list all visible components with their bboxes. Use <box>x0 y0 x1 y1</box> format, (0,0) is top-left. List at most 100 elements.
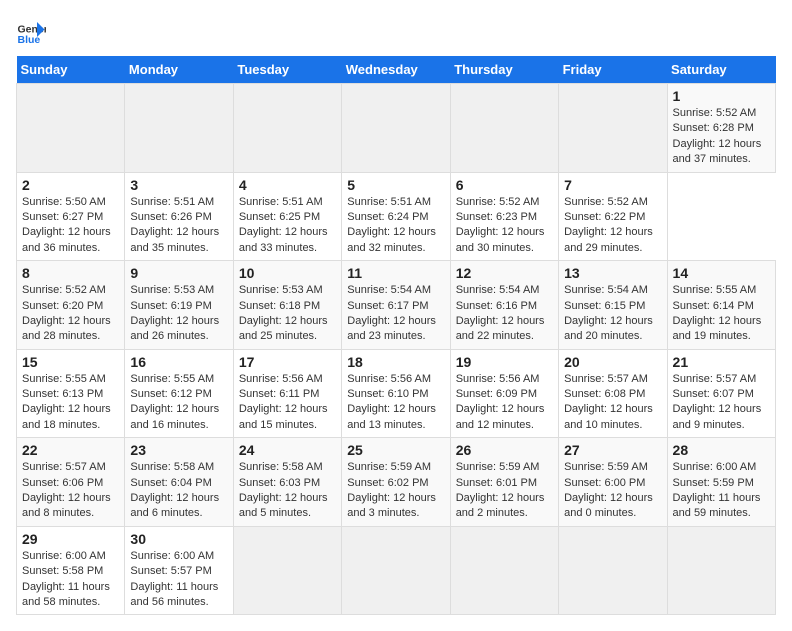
calendar-cell <box>233 526 341 615</box>
logo-icon: General Blue <box>16 16 46 46</box>
calendar-cell: 8 Sunrise: 5:52 AMSunset: 6:20 PMDayligh… <box>17 261 125 350</box>
day-info: Sunrise: 5:53 AMSunset: 6:19 PMDaylight:… <box>130 283 227 345</box>
calendar-cell: 3 Sunrise: 5:51 AMSunset: 6:26 PMDayligh… <box>125 172 233 261</box>
day-number: 25 <box>347 442 444 458</box>
logo: General Blue <box>16 16 46 46</box>
calendar-cell: 11 Sunrise: 5:54 AMSunset: 6:17 PMDaylig… <box>342 261 450 350</box>
day-number: 8 <box>22 265 119 281</box>
calendar-cell: 6 Sunrise: 5:52 AMSunset: 6:23 PMDayligh… <box>450 172 558 261</box>
day-number: 29 <box>22 531 119 547</box>
day-info: Sunrise: 5:57 AMSunset: 6:07 PMDaylight:… <box>673 372 770 434</box>
day-info: Sunrise: 5:50 AMSunset: 6:27 PMDaylight:… <box>22 195 119 257</box>
calendar-week-row: 15 Sunrise: 5:55 AMSunset: 6:13 PMDaylig… <box>17 349 776 438</box>
day-number: 20 <box>564 354 661 370</box>
calendar-cell: 15 Sunrise: 5:55 AMSunset: 6:13 PMDaylig… <box>17 349 125 438</box>
day-number: 11 <box>347 265 444 281</box>
day-number: 18 <box>347 354 444 370</box>
calendar-week-row: 29 Sunrise: 6:00 AMSunset: 5:58 PMDaylig… <box>17 526 776 615</box>
calendar-cell: 10 Sunrise: 5:53 AMSunset: 6:18 PMDaylig… <box>233 261 341 350</box>
calendar-cell: 21 Sunrise: 5:57 AMSunset: 6:07 PMDaylig… <box>667 349 775 438</box>
col-header-friday: Friday <box>559 56 667 84</box>
day-info: Sunrise: 5:59 AMSunset: 6:01 PMDaylight:… <box>456 460 553 522</box>
day-info: Sunrise: 5:52 AMSunset: 6:20 PMDaylight:… <box>22 283 119 345</box>
calendar-cell: 14 Sunrise: 5:55 AMSunset: 6:14 PMDaylig… <box>667 261 775 350</box>
day-number: 5 <box>347 177 444 193</box>
calendar-week-row: 8 Sunrise: 5:52 AMSunset: 6:20 PMDayligh… <box>17 261 776 350</box>
day-info: Sunrise: 6:00 AMSunset: 5:59 PMDaylight:… <box>673 460 770 522</box>
day-number: 17 <box>239 354 336 370</box>
day-number: 21 <box>673 354 770 370</box>
day-number: 30 <box>130 531 227 547</box>
day-info: Sunrise: 5:57 AMSunset: 6:06 PMDaylight:… <box>22 460 119 522</box>
calendar-cell: 5 Sunrise: 5:51 AMSunset: 6:24 PMDayligh… <box>342 172 450 261</box>
calendar-cell: 26 Sunrise: 5:59 AMSunset: 6:01 PMDaylig… <box>450 438 558 527</box>
day-info: Sunrise: 5:56 AMSunset: 6:09 PMDaylight:… <box>456 372 553 434</box>
day-number: 13 <box>564 265 661 281</box>
day-number: 1 <box>673 88 770 104</box>
day-number: 7 <box>564 177 661 193</box>
day-info: Sunrise: 5:56 AMSunset: 6:10 PMDaylight:… <box>347 372 444 434</box>
day-info: Sunrise: 5:52 AMSunset: 6:22 PMDaylight:… <box>564 195 661 257</box>
day-number: 26 <box>456 442 553 458</box>
calendar-cell <box>125 84 233 173</box>
day-info: Sunrise: 5:51 AMSunset: 6:26 PMDaylight:… <box>130 195 227 257</box>
calendar-cell: 24 Sunrise: 5:58 AMSunset: 6:03 PMDaylig… <box>233 438 341 527</box>
calendar-header-row: SundayMondayTuesdayWednesdayThursdayFrid… <box>17 56 776 84</box>
day-info: Sunrise: 5:54 AMSunset: 6:17 PMDaylight:… <box>347 283 444 345</box>
day-number: 10 <box>239 265 336 281</box>
day-number: 6 <box>456 177 553 193</box>
calendar-cell: 2 Sunrise: 5:50 AMSunset: 6:27 PMDayligh… <box>17 172 125 261</box>
calendar-week-row: 1 Sunrise: 5:52 AMSunset: 6:28 PMDayligh… <box>17 84 776 173</box>
calendar-cell <box>559 526 667 615</box>
col-header-monday: Monday <box>125 56 233 84</box>
calendar-table: SundayMondayTuesdayWednesdayThursdayFrid… <box>16 56 776 615</box>
day-number: 28 <box>673 442 770 458</box>
day-info: Sunrise: 5:51 AMSunset: 6:25 PMDaylight:… <box>239 195 336 257</box>
day-info: Sunrise: 5:59 AMSunset: 6:02 PMDaylight:… <box>347 460 444 522</box>
day-info: Sunrise: 5:59 AMSunset: 6:00 PMDaylight:… <box>564 460 661 522</box>
calendar-cell <box>342 526 450 615</box>
day-info: Sunrise: 5:54 AMSunset: 6:16 PMDaylight:… <box>456 283 553 345</box>
page-header: General Blue <box>16 16 776 46</box>
day-info: Sunrise: 5:55 AMSunset: 6:12 PMDaylight:… <box>130 372 227 434</box>
day-info: Sunrise: 5:53 AMSunset: 6:18 PMDaylight:… <box>239 283 336 345</box>
col-header-wednesday: Wednesday <box>342 56 450 84</box>
calendar-cell: 13 Sunrise: 5:54 AMSunset: 6:15 PMDaylig… <box>559 261 667 350</box>
day-info: Sunrise: 5:58 AMSunset: 6:04 PMDaylight:… <box>130 460 227 522</box>
calendar-cell: 7 Sunrise: 5:52 AMSunset: 6:22 PMDayligh… <box>559 172 667 261</box>
calendar-cell <box>233 84 341 173</box>
day-info: Sunrise: 5:58 AMSunset: 6:03 PMDaylight:… <box>239 460 336 522</box>
calendar-cell: 23 Sunrise: 5:58 AMSunset: 6:04 PMDaylig… <box>125 438 233 527</box>
day-info: Sunrise: 6:00 AMSunset: 5:58 PMDaylight:… <box>22 549 119 611</box>
calendar-cell: 1 Sunrise: 5:52 AMSunset: 6:28 PMDayligh… <box>667 84 775 173</box>
calendar-cell: 12 Sunrise: 5:54 AMSunset: 6:16 PMDaylig… <box>450 261 558 350</box>
day-number: 22 <box>22 442 119 458</box>
calendar-cell: 30 Sunrise: 6:00 AMSunset: 5:57 PMDaylig… <box>125 526 233 615</box>
day-info: Sunrise: 5:55 AMSunset: 6:14 PMDaylight:… <box>673 283 770 345</box>
day-number: 12 <box>456 265 553 281</box>
day-info: Sunrise: 5:51 AMSunset: 6:24 PMDaylight:… <box>347 195 444 257</box>
day-number: 19 <box>456 354 553 370</box>
day-info: Sunrise: 5:52 AMSunset: 6:23 PMDaylight:… <box>456 195 553 257</box>
day-info: Sunrise: 5:56 AMSunset: 6:11 PMDaylight:… <box>239 372 336 434</box>
svg-text:Blue: Blue <box>18 34 41 46</box>
calendar-cell <box>667 526 775 615</box>
day-info: Sunrise: 5:52 AMSunset: 6:28 PMDaylight:… <box>673 106 770 168</box>
calendar-cell: 17 Sunrise: 5:56 AMSunset: 6:11 PMDaylig… <box>233 349 341 438</box>
calendar-cell: 28 Sunrise: 6:00 AMSunset: 5:59 PMDaylig… <box>667 438 775 527</box>
day-info: Sunrise: 5:55 AMSunset: 6:13 PMDaylight:… <box>22 372 119 434</box>
col-header-sunday: Sunday <box>17 56 125 84</box>
day-number: 3 <box>130 177 227 193</box>
calendar-cell <box>559 84 667 173</box>
day-number: 16 <box>130 354 227 370</box>
calendar-cell: 27 Sunrise: 5:59 AMSunset: 6:00 PMDaylig… <box>559 438 667 527</box>
calendar-cell <box>450 84 558 173</box>
day-number: 14 <box>673 265 770 281</box>
day-number: 2 <box>22 177 119 193</box>
col-header-thursday: Thursday <box>450 56 558 84</box>
calendar-cell: 29 Sunrise: 6:00 AMSunset: 5:58 PMDaylig… <box>17 526 125 615</box>
calendar-cell: 22 Sunrise: 5:57 AMSunset: 6:06 PMDaylig… <box>17 438 125 527</box>
calendar-cell <box>342 84 450 173</box>
calendar-cell: 20 Sunrise: 5:57 AMSunset: 6:08 PMDaylig… <box>559 349 667 438</box>
col-header-tuesday: Tuesday <box>233 56 341 84</box>
